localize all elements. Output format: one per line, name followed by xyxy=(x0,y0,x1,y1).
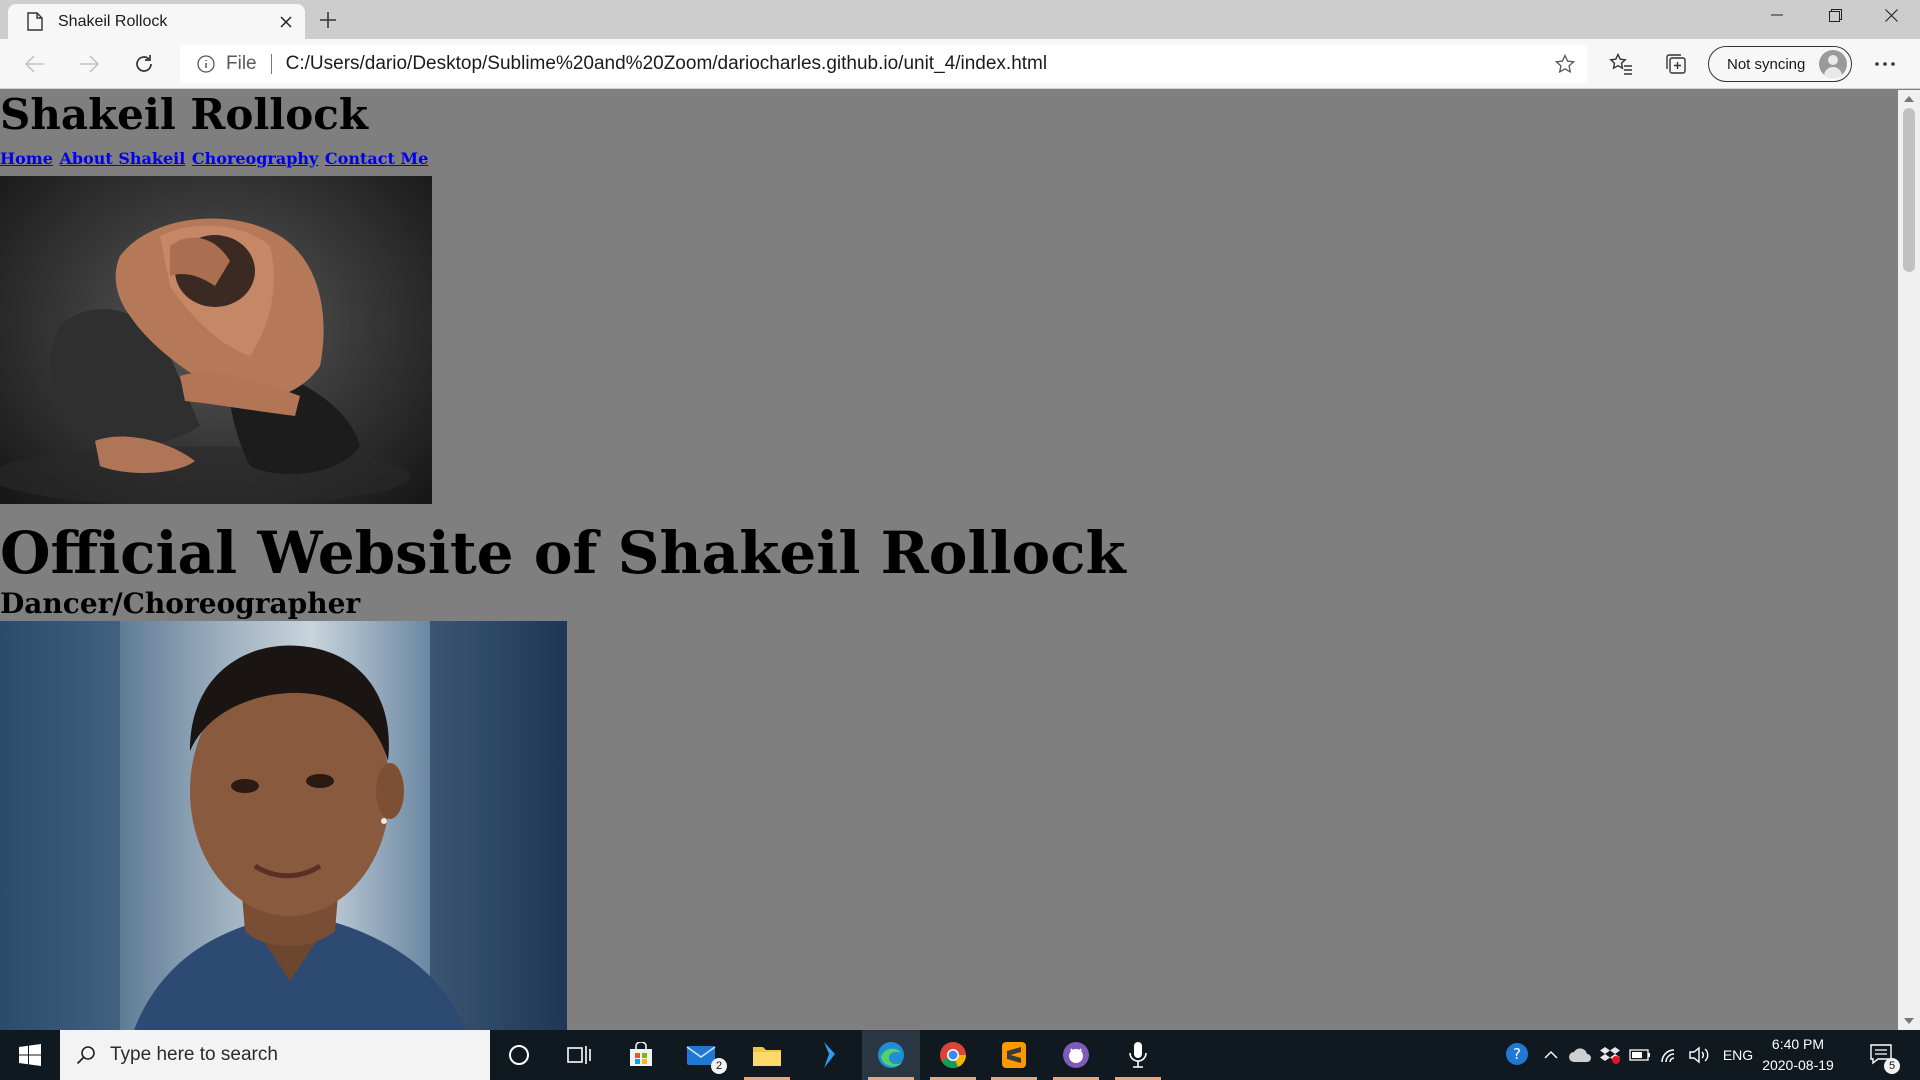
back-button[interactable] xyxy=(16,45,54,83)
address-separator xyxy=(270,54,272,74)
site-nav: Home About Shakeil Choreography Contact … xyxy=(0,149,429,168)
favorite-star-icon[interactable] xyxy=(1553,52,1577,76)
nav-link-about[interactable]: About Shakeil xyxy=(59,149,185,168)
chrome-icon[interactable] xyxy=(924,1030,982,1080)
close-window-button[interactable] xyxy=(1862,0,1920,30)
task-view-icon[interactable] xyxy=(550,1030,608,1080)
vertical-scrollbar[interactable] xyxy=(1898,90,1920,1030)
sublime-text-icon[interactable] xyxy=(985,1030,1043,1080)
nav-link-home[interactable]: Home xyxy=(0,149,53,168)
tab-title: Shakeil Rollock xyxy=(58,12,168,30)
restore-button[interactable] xyxy=(1806,0,1864,30)
store-icon[interactable] xyxy=(612,1030,670,1080)
address-bar[interactable]: File C:/Users/dario/Desktop/Sublime%20an… xyxy=(180,45,1587,83)
clock-time: 6:40 PM xyxy=(1771,1036,1825,1052)
start-button[interactable] xyxy=(0,1030,60,1080)
dancer-pose-photo xyxy=(0,176,432,504)
sub-heading: Dancer/Choreographer xyxy=(0,587,361,620)
battery-icon[interactable] xyxy=(1626,1030,1654,1080)
file-explorer-icon[interactable] xyxy=(738,1030,796,1080)
info-icon[interactable] xyxy=(196,54,216,74)
sync-label: Not syncing xyxy=(1727,55,1806,73)
address-scheme: File xyxy=(226,53,257,74)
new-tab-button[interactable] xyxy=(312,5,344,35)
site-title: Shakeil Rollock xyxy=(0,90,368,139)
avatar xyxy=(1819,50,1847,78)
taskbar-search[interactable]: Type here to search xyxy=(60,1030,490,1080)
windows-taskbar: Type here to search 2 ? ENG 6:40 PM 2020… xyxy=(0,1030,1920,1080)
mail-badge: 2 xyxy=(711,1058,727,1074)
clock-date: 2020-08-19 xyxy=(1762,1057,1834,1073)
notification-badge: 5 xyxy=(1884,1058,1900,1074)
show-hidden-icons-chevron-icon[interactable] xyxy=(1538,1030,1564,1080)
action-center-icon[interactable]: 5 xyxy=(1862,1030,1902,1080)
minimize-button[interactable] xyxy=(1748,0,1806,30)
onedrive-icon[interactable] xyxy=(1566,1030,1594,1080)
edge-icon[interactable] xyxy=(862,1030,920,1080)
tab-close-icon[interactable] xyxy=(271,7,301,37)
mail-icon[interactable]: 2 xyxy=(673,1030,731,1080)
nav-link-contact[interactable]: Contact Me xyxy=(325,149,428,168)
help-icon[interactable]: ? xyxy=(1502,1030,1534,1080)
browser-toolbar: File C:/Users/dario/Desktop/Sublime%20an… xyxy=(0,39,1920,89)
profile-sync-button[interactable]: Not syncing xyxy=(1708,46,1852,82)
address-url[interactable]: C:/Users/dario/Desktop/Sublime%20and%20Z… xyxy=(286,53,1047,75)
collections-icon[interactable] xyxy=(1657,45,1695,83)
volume-icon[interactable] xyxy=(1686,1030,1714,1080)
clock[interactable]: 6:40 PM 2020-08-19 xyxy=(1752,1034,1844,1076)
nav-link-choreography[interactable]: Choreography xyxy=(192,149,318,168)
vscode-like-icon[interactable] xyxy=(800,1030,858,1080)
dropbox-icon[interactable] xyxy=(1596,1030,1624,1080)
scroll-down-icon[interactable] xyxy=(1903,1016,1915,1026)
cortana-icon[interactable] xyxy=(490,1030,548,1080)
scroll-up-icon[interactable] xyxy=(1903,94,1915,104)
scrollbar-thumb[interactable] xyxy=(1903,108,1915,272)
more-menu-icon[interactable] xyxy=(1866,45,1904,83)
refresh-button[interactable] xyxy=(125,45,163,83)
page-icon xyxy=(24,11,46,33)
web-page: Shakeil Rollock Home About Shakeil Chore… xyxy=(0,90,1898,1030)
favorites-icon[interactable] xyxy=(1602,45,1640,83)
search-icon xyxy=(74,1043,98,1067)
main-heading: Official Website of Shakeil Rollock xyxy=(0,519,1126,587)
voice-recorder-icon[interactable] xyxy=(1109,1030,1167,1080)
search-placeholder: Type here to search xyxy=(110,1044,278,1065)
headshot-photo xyxy=(0,621,567,1030)
browser-tab[interactable]: Shakeil Rollock xyxy=(8,4,305,39)
wifi-icon[interactable] xyxy=(1656,1030,1684,1080)
github-desktop-icon[interactable] xyxy=(1047,1030,1105,1080)
browser-tab-bar: Shakeil Rollock xyxy=(0,0,1920,39)
svg-text:?: ? xyxy=(1513,1045,1521,1063)
forward-button[interactable] xyxy=(70,45,108,83)
